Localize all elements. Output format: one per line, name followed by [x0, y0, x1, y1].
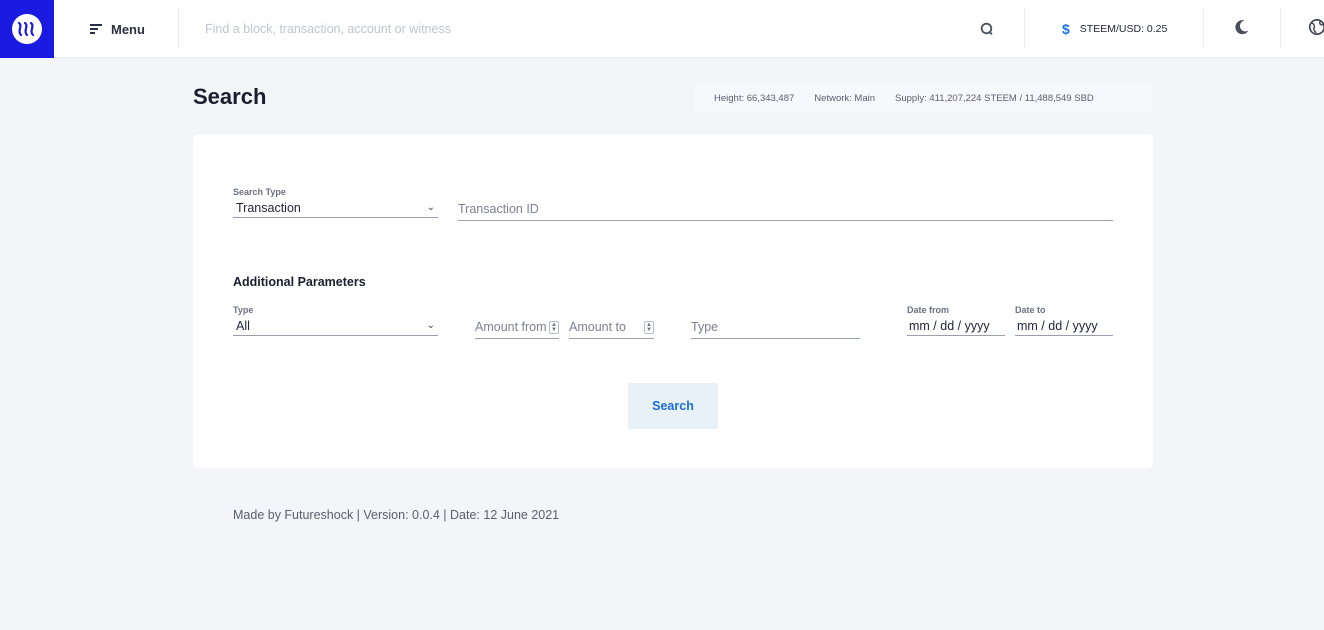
date-to-input[interactable]: mm / dd / yyyy	[1015, 316, 1113, 336]
dollar-icon: $	[1062, 21, 1070, 37]
date-to-value: mm / dd / yyyy	[1017, 318, 1098, 333]
chain-stats: Height: 66,343,487 Network: Main Supply:…	[694, 84, 1153, 113]
menu-icon	[90, 24, 102, 34]
stat-network: Network: Main	[814, 93, 876, 104]
header-divider	[1024, 8, 1025, 48]
search-type-label: Search Type	[233, 187, 286, 197]
footer-info: Made by Futureshock | Version: 0.0.4 | D…	[233, 508, 560, 522]
page-title: Search	[193, 84, 267, 109]
top-header: Menu $ STEEM/USD: 0.25	[0, 0, 1324, 58]
price-ticker: $ STEEM/USD: 0.25	[1062, 0, 1167, 58]
transaction-id-wrapper	[458, 196, 1113, 221]
type-field: Type All ⌄	[233, 305, 438, 336]
date-from-field: Date from mm / dd / yyyy	[907, 305, 1005, 336]
type-select[interactable]: All ⌄	[233, 316, 438, 336]
menu-label: Menu	[111, 21, 145, 37]
transaction-id-field	[458, 196, 1113, 221]
stat-height: Height: 66,343,487	[714, 93, 795, 104]
header-divider	[178, 8, 179, 48]
amount-to-input[interactable]	[569, 320, 643, 334]
type-value: All	[236, 318, 250, 333]
op-type-field	[691, 314, 860, 339]
chevron-down-icon: ⌄	[426, 202, 435, 213]
amount-from-input[interactable]	[475, 320, 548, 334]
search-icon[interactable]	[978, 20, 994, 36]
search-type-field: Search Type Transaction ⌄	[233, 187, 438, 218]
global-search-input[interactable]	[205, 22, 985, 36]
date-to-label: Date to	[1015, 305, 1046, 315]
menu-button[interactable]: Menu	[90, 0, 145, 58]
steem-logo[interactable]	[0, 0, 54, 58]
date-to-field: Date to mm / dd / yyyy	[1015, 305, 1113, 336]
amount-to-stepper-icon[interactable]: ▲ ▼	[644, 321, 654, 334]
amount-from-field: ▲▼	[475, 314, 559, 339]
amount-from-stepper-icon[interactable]: ▲ ▼	[549, 321, 559, 334]
search-card: Search Type Transaction ⌄ Additional Par…	[193, 134, 1153, 468]
header-divider	[1280, 8, 1281, 48]
header-divider	[1203, 8, 1204, 48]
date-from-label: Date from	[907, 305, 950, 315]
search-button[interactable]: Search	[628, 383, 718, 429]
op-type-input[interactable]	[691, 320, 860, 334]
amount-to-field: ▲▼	[569, 314, 654, 339]
dark-mode-moon-icon[interactable]	[1233, 18, 1251, 36]
chevron-down-icon: ⌄	[426, 320, 435, 331]
stat-supply: Supply: 411,207,224 STEEM / 11,488,549 S…	[895, 93, 1094, 104]
op-type-wrapper	[691, 314, 860, 339]
price-label: STEEM/USD: 0.25	[1079, 23, 1168, 35]
transaction-id-input[interactable]	[458, 202, 1113, 216]
global-search	[205, 0, 985, 58]
search-type-select[interactable]: Transaction ⌄	[233, 198, 438, 218]
additional-parameters-title: Additional Parameters	[233, 275, 366, 289]
amount-to-wrapper: ▲▼	[569, 314, 654, 339]
search-type-value: Transaction	[236, 200, 301, 215]
date-from-value: mm / dd / yyyy	[909, 318, 990, 333]
steem-logo-icon	[12, 14, 42, 44]
type-label: Type	[233, 305, 254, 315]
date-from-input[interactable]: mm / dd / yyyy	[907, 316, 1005, 336]
amount-from-wrapper: ▲▼	[475, 314, 559, 339]
language-globe-icon[interactable]	[1308, 18, 1324, 36]
